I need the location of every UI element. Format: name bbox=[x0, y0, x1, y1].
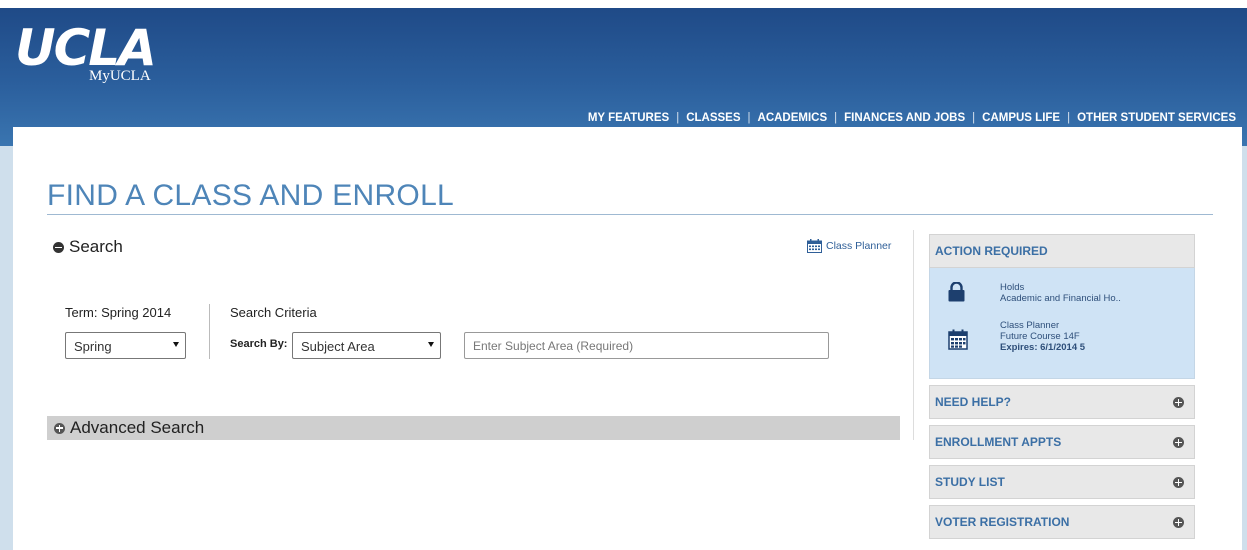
site-header: UCLA MyUCLA MY FEATURES | CLASSES | ACAD… bbox=[0, 8, 1247, 146]
search-criteria-label: Search Criteria bbox=[230, 305, 317, 320]
logo-wordmark: UCLA bbox=[15, 19, 157, 77]
planner-expires: Expires: 6/1/2014 5 bbox=[1000, 342, 1086, 353]
nav-my-features[interactable]: MY FEATURES bbox=[588, 112, 669, 124]
action-required-title: ACTION REQUIRED bbox=[935, 244, 1048, 258]
chevron-down-icon bbox=[173, 342, 179, 347]
study-list-panel[interactable]: STUDY LIST bbox=[929, 465, 1195, 499]
chevron-down-icon bbox=[428, 342, 434, 347]
search-by-label: Search By: bbox=[230, 338, 288, 350]
collapse-minus-icon bbox=[53, 241, 64, 253]
expand-plus-icon bbox=[1173, 477, 1184, 488]
nav-finances-and-jobs[interactable]: FINANCES AND JOBS bbox=[844, 112, 965, 124]
ucla-logo[interactable]: UCLA MyUCLA bbox=[15, 19, 157, 85]
advanced-search-toggle[interactable]: Advanced Search bbox=[47, 416, 900, 440]
holds-title: Holds bbox=[1000, 282, 1025, 293]
top-strip bbox=[0, 0, 1247, 8]
page-title: FIND A CLASS AND ENROLL bbox=[47, 179, 455, 212]
sidebar: ACTION REQUIRED Holds Academic and Finan… bbox=[929, 234, 1195, 539]
lock-icon bbox=[948, 282, 965, 302]
need-help-title: NEED HELP? bbox=[935, 395, 1012, 409]
title-divider bbox=[47, 214, 1213, 215]
calendar-icon bbox=[807, 239, 822, 253]
search-section-toggle[interactable]: Search bbox=[53, 237, 123, 257]
nav-separator: | bbox=[834, 112, 838, 124]
nav-separator: | bbox=[972, 112, 976, 124]
voter-registration-title: VOTER REGISTRATION bbox=[935, 515, 1070, 529]
enrollment-appts-panel[interactable]: ENROLLMENT APPTS bbox=[929, 425, 1195, 459]
expand-plus-icon bbox=[1173, 397, 1184, 408]
expand-plus-icon bbox=[1173, 437, 1184, 448]
term-label: Term: Spring 2014 bbox=[65, 305, 172, 320]
planner-detail: Future Course 14F bbox=[1000, 331, 1080, 342]
action-required-body: Holds Academic and Financial Ho.. Class … bbox=[929, 268, 1195, 379]
nav-academics[interactable]: ACADEMICS bbox=[758, 112, 828, 124]
search-by-select-value: Subject Area bbox=[301, 339, 375, 354]
planner-title: Class Planner bbox=[1000, 320, 1060, 331]
enrollment-appts-title: ENROLLMENT APPTS bbox=[935, 435, 1062, 449]
nav-separator: | bbox=[676, 112, 680, 124]
main-nav: MY FEATURES | CLASSES | ACADEMICS | FINA… bbox=[588, 112, 1236, 124]
search-by-select[interactable]: Subject Area bbox=[292, 332, 441, 359]
action-required-header[interactable]: ACTION REQUIRED bbox=[929, 234, 1195, 268]
calendar-icon bbox=[948, 329, 968, 350]
expand-plus-icon bbox=[1173, 517, 1184, 528]
study-list-title: STUDY LIST bbox=[935, 475, 1005, 489]
nav-separator: | bbox=[1067, 112, 1071, 124]
advanced-search-label: Advanced Search bbox=[70, 418, 205, 437]
voter-registration-panel[interactable]: VOTER REGISTRATION bbox=[929, 505, 1195, 539]
search-heading: Search bbox=[69, 237, 123, 256]
term-select-value: Spring bbox=[74, 339, 112, 354]
nav-separator: | bbox=[747, 112, 751, 124]
expand-plus-icon bbox=[54, 422, 65, 434]
subject-area-input[interactable] bbox=[464, 332, 829, 359]
logo-subtitle: MyUCLA bbox=[89, 68, 151, 84]
nav-other-student-services[interactable]: OTHER STUDENT SERVICES bbox=[1077, 112, 1236, 124]
holds-detail: Academic and Financial Ho.. bbox=[1000, 293, 1121, 304]
column-divider bbox=[913, 230, 914, 440]
class-planner-label: Class Planner bbox=[826, 240, 892, 252]
nav-classes[interactable]: CLASSES bbox=[686, 112, 740, 124]
class-planner-link[interactable]: Class Planner bbox=[807, 239, 891, 253]
term-select[interactable]: Spring bbox=[65, 332, 186, 359]
nav-campus-life[interactable]: CAMPUS LIFE bbox=[982, 112, 1060, 124]
need-help-panel[interactable]: NEED HELP? bbox=[929, 385, 1195, 419]
vertical-divider bbox=[209, 304, 210, 359]
content-page: FIND A CLASS AND ENROLL Search Class Pla… bbox=[13, 127, 1242, 550]
